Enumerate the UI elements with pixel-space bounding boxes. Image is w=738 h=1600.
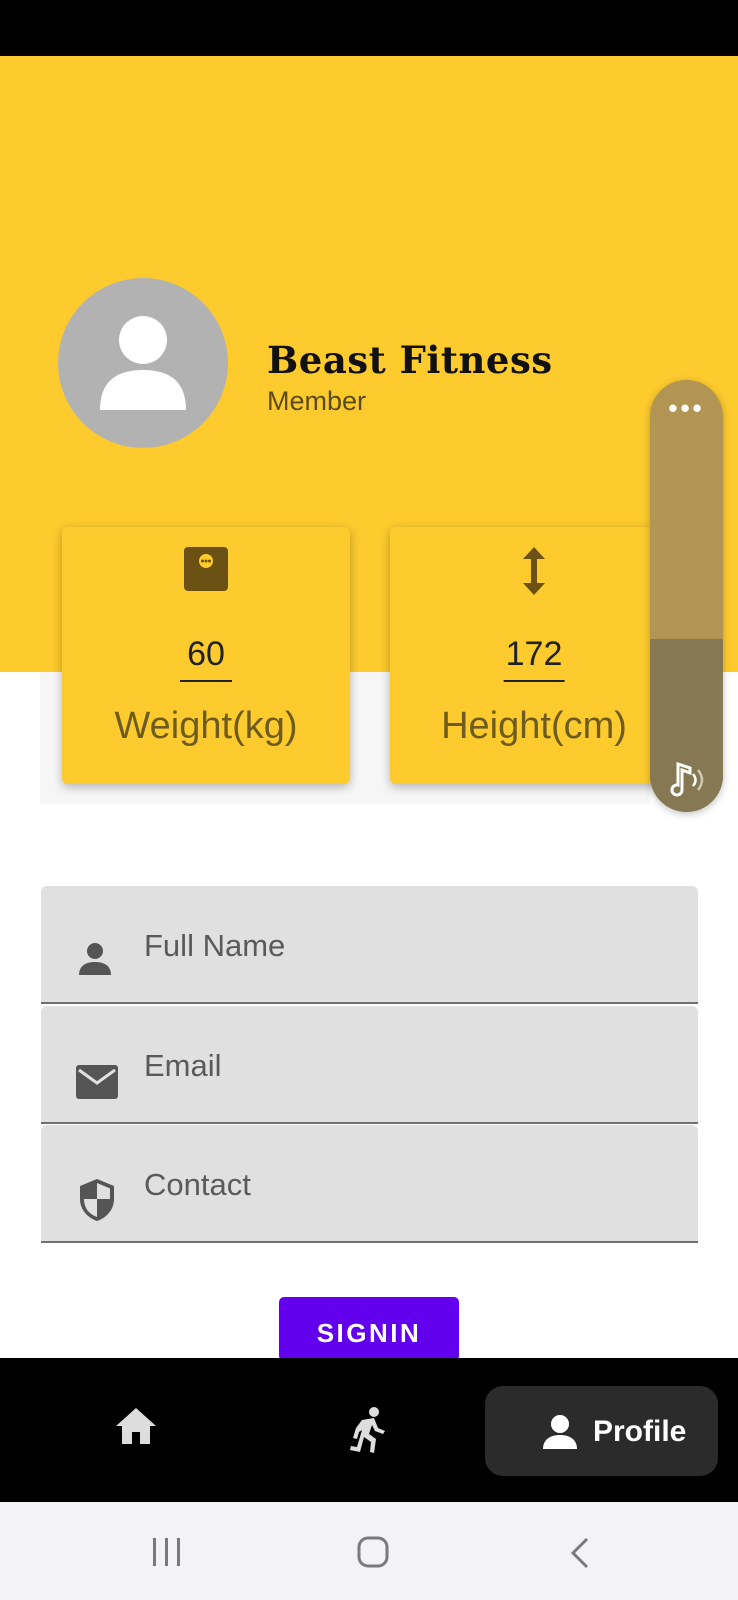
full-name-placeholder: Full Name <box>144 928 286 963</box>
scale-icon <box>184 547 228 591</box>
weight-label: Weight(kg) <box>114 705 298 747</box>
more-dots-icon[interactable]: ••• <box>650 395 723 421</box>
vertical-arrows-icon <box>523 547 545 595</box>
full-name-field[interactable]: Full Name <box>41 886 698 1004</box>
contact-placeholder: Contact <box>144 1167 251 1202</box>
contact-field[interactable]: Contact <box>41 1125 698 1243</box>
height-label: Height(cm) <box>441 705 627 747</box>
height-card[interactable]: 172 Height(cm) <box>390 527 678 784</box>
running-icon[interactable] <box>348 1406 388 1454</box>
mail-icon <box>76 1065 118 1099</box>
person-icon <box>79 943 111 975</box>
recents-icon[interactable] <box>150 1537 184 1567</box>
person-icon <box>100 316 186 410</box>
profile-screen: Beast Fitness Member 60 Weight(kg) 172 H… <box>0 0 738 1600</box>
nav-profile-label: Profile <box>593 1415 687 1448</box>
status-bar <box>0 0 738 56</box>
profile-role: Member <box>267 386 367 416</box>
signin-button[interactable]: SIGNIN <box>279 1297 459 1361</box>
person-icon <box>543 1415 577 1449</box>
weight-card[interactable]: 60 Weight(kg) <box>62 527 350 784</box>
email-placeholder: Email <box>144 1048 222 1083</box>
nav-item-profile[interactable]: Profile <box>485 1386 718 1476</box>
profile-name: Beast Fitness <box>267 338 553 382</box>
avatar[interactable] <box>58 278 228 448</box>
system-navigation-bar <box>0 1502 738 1600</box>
height-value[interactable]: 172 <box>503 635 565 682</box>
music-volume-icon[interactable] <box>666 762 706 798</box>
email-field[interactable]: Email <box>41 1006 698 1124</box>
home-circle-icon[interactable] <box>357 1536 389 1568</box>
weight-value[interactable]: 60 <box>180 635 232 682</box>
back-icon[interactable] <box>570 1537 590 1569</box>
home-icon[interactable] <box>114 1406 158 1446</box>
bottom-navigation: Profile <box>0 1358 738 1502</box>
shield-icon <box>80 1179 114 1221</box>
volume-panel[interactable]: ••• <box>650 380 723 812</box>
